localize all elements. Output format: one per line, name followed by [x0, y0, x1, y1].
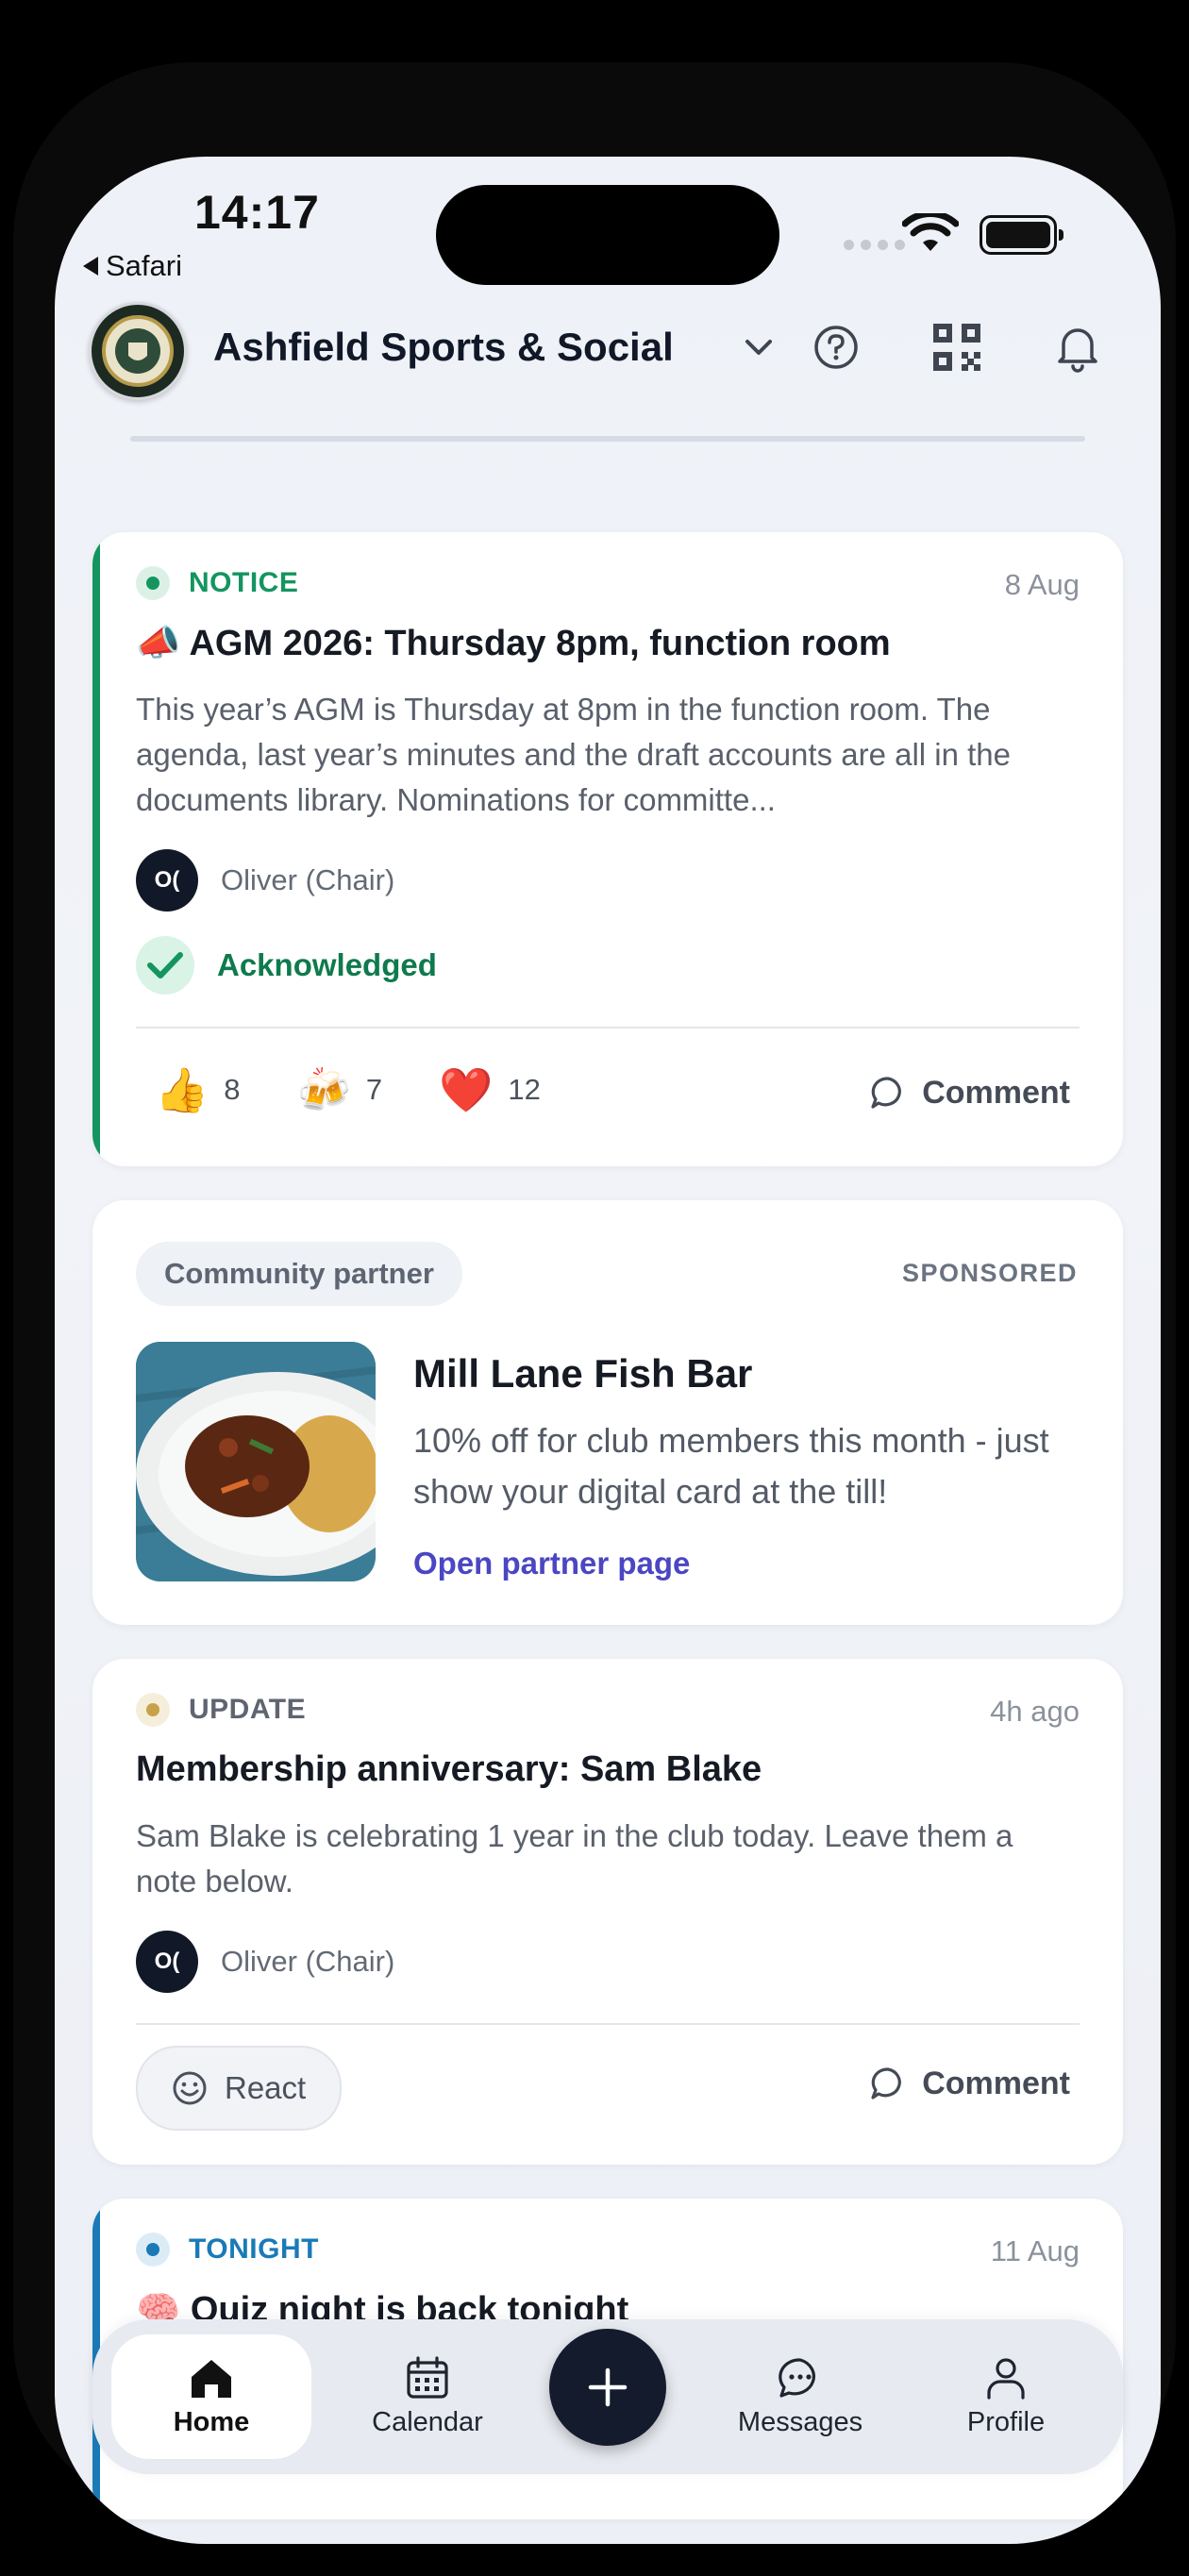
post-tag-label: TONIGHT [189, 2233, 319, 2265]
heart-icon: ❤️ [439, 1065, 494, 1114]
reaction-thumbs-up[interactable]: 👍 8 [155, 1068, 241, 1112]
club-crest-logo[interactable] [89, 302, 187, 400]
post-body: This year’s AGM is Thursday at 8pm in th… [136, 692, 1012, 817]
club-switcher-chevron-down-icon[interactable] [730, 319, 787, 376]
tab-profile[interactable]: Profile [913, 2319, 1098, 2474]
acknowledged-status[interactable]: Acknowledged [136, 936, 437, 995]
card-divider [136, 1027, 1080, 1029]
reaction-count: 12 [508, 1073, 541, 1106]
tab-calendar[interactable]: Calendar [328, 2319, 527, 2474]
club-name[interactable]: Ashfield Sports & Social [213, 325, 674, 370]
post-tag: UPDATE [136, 1693, 306, 1727]
tab-label: Messages [737, 2406, 863, 2437]
tag-dot-icon [136, 1693, 170, 1727]
post-tag: TONIGHT [136, 2233, 319, 2267]
comment-bubble-icon [871, 1077, 902, 1109]
post-author[interactable]: O( Oliver (Chair) [136, 1931, 394, 1993]
app-screen: 14:17 Safari Ashfield Sports & Social NO… [55, 157, 1161, 2544]
calendar-icon [407, 2355, 448, 2399]
post-date: 4h ago [990, 1695, 1080, 1728]
tab-home[interactable]: Home [111, 2334, 311, 2459]
reaction-count: 8 [224, 1073, 241, 1106]
author-name: Oliver (Chair) [221, 863, 395, 896]
tag-dot-icon [136, 566, 170, 600]
post-tag: NOTICE [136, 566, 298, 600]
checkmark-icon [136, 936, 194, 995]
update-post-card[interactable]: UPDATE 4h ago Membership anniversary: Sa… [92, 1659, 1123, 2165]
open-partner-page-link[interactable]: Open partner page [413, 1546, 690, 1581]
tab-messages[interactable]: Messages [696, 2319, 904, 2474]
reaction-count: 7 [365, 1073, 383, 1106]
beer-mugs-icon: 🍻 [296, 1065, 351, 1114]
back-app-label: Safari [106, 249, 182, 282]
home-icon [192, 2359, 231, 2398]
wifi-icon [902, 213, 959, 251]
react-button[interactable]: React [136, 2046, 343, 2131]
comment-bubble-icon [871, 2067, 902, 2099]
community-partner-chip: Community partner [136, 1242, 462, 1306]
tab-label: Calendar [372, 2406, 483, 2437]
acknowledged-label: Acknowledged [217, 947, 437, 982]
cellular-signal-icon [844, 240, 905, 250]
card-accent-bar [92, 532, 100, 1166]
back-to-app-link[interactable]: Safari [83, 249, 182, 283]
post-title[interactable]: Membership anniversary: Sam Blake [136, 1749, 762, 1790]
reaction-heart[interactable]: ❤️ 12 [439, 1068, 541, 1112]
react-label: React [225, 2070, 307, 2105]
author-name: Oliver (Chair) [221, 1945, 395, 1978]
post-title[interactable]: 📣 AGM 2026: Thursday 8pm, function room [136, 623, 891, 664]
sponsored-partner-card[interactable]: Community partner SPONSORED Mill Lane Fi… [92, 1200, 1123, 1625]
battery-icon [980, 215, 1063, 255]
notifications-bell-icon[interactable] [1049, 319, 1106, 376]
chat-icon [779, 2357, 815, 2398]
plus-icon [588, 2367, 628, 2407]
comment-button[interactable]: Comment [869, 2065, 1070, 2102]
post-date: 8 Aug [1004, 568, 1080, 601]
notice-post-card[interactable]: NOTICE 8 Aug 📣 AGM 2026: Thursday 8pm, f… [92, 532, 1123, 1166]
scroll-edge-divider [130, 436, 1085, 442]
person-icon [987, 2357, 1025, 2400]
post-body: Sam Blake is celebrating 1 year in the c… [136, 1818, 1013, 1899]
tab-label: Profile [966, 2406, 1046, 2437]
app-header: Ashfield Sports & Social [55, 289, 1161, 440]
partner-name[interactable]: Mill Lane Fish Bar [413, 1351, 752, 1397]
smiley-icon [173, 2071, 207, 2105]
avatar: O( [136, 1931, 198, 1993]
dynamic-island [436, 185, 779, 285]
post-tag-label: NOTICE [189, 567, 299, 598]
device-frame: 14:17 Safari Ashfield Sports & Social NO… [13, 62, 1176, 2544]
status-time: 14:17 [194, 186, 320, 239]
thumbs-up-icon: 👍 [155, 1065, 209, 1114]
partner-offer-text: 10% off for club members this month - ju… [413, 1421, 1049, 1511]
comment-label: Comment [922, 1074, 1070, 1111]
back-triangle-icon [83, 257, 98, 276]
tag-dot-icon [136, 2233, 170, 2267]
card-divider [136, 2023, 1080, 2025]
sponsored-label: SPONSORED [901, 1259, 1078, 1287]
comment-button[interactable]: Comment [869, 1074, 1070, 1112]
post-tag-label: UPDATE [189, 1694, 307, 1725]
comment-label: Comment [922, 2065, 1070, 2101]
tab-label: Home [173, 2406, 250, 2437]
reaction-beers[interactable]: 🍻 7 [297, 1068, 383, 1112]
post-date: 11 Aug [990, 2234, 1080, 2267]
avatar: O( [136, 849, 198, 912]
reactions-bar: 👍 8 🍻 7 ❤️ 12 [155, 1068, 541, 1112]
qr-code-icon[interactable] [929, 319, 985, 376]
create-post-button[interactable] [549, 2329, 666, 2446]
partner-food-image[interactable] [136, 1342, 376, 1581]
help-icon[interactable] [808, 319, 864, 376]
post-author[interactable]: O( Oliver (Chair) [136, 849, 394, 912]
